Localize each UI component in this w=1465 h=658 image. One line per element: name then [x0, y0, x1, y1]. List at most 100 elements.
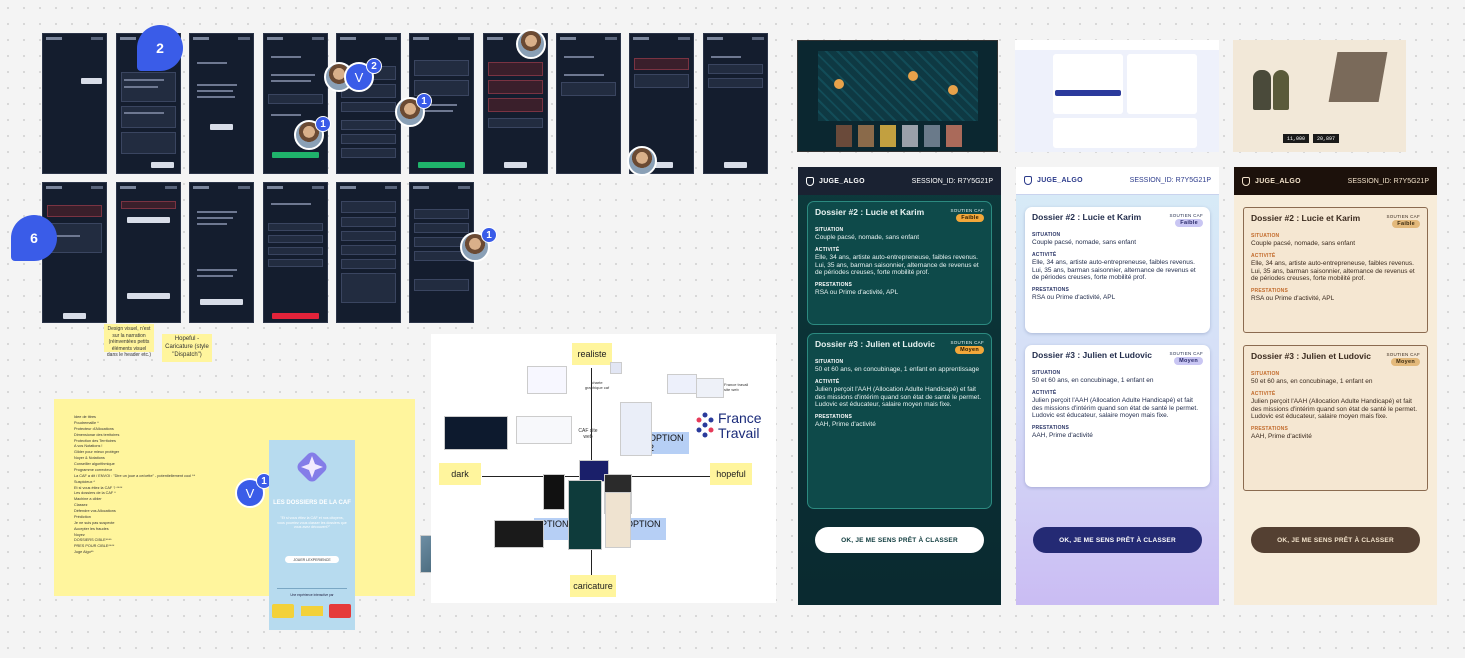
ready-to-classify-button[interactable]: OK, JE ME SENS PRÊT À CLASSER — [1251, 527, 1420, 553]
situation-text: Couple pacsé, nomade, sans enfant — [1251, 240, 1356, 247]
section-label: PRESTATIONS — [1251, 426, 1289, 433]
shield-icon — [1024, 176, 1032, 185]
comment-count: 6 — [30, 230, 38, 246]
app-name: JUGE_ALGO — [1037, 177, 1083, 184]
section-label: SITUATION — [1251, 233, 1280, 239]
poster-quote: "Et si vous étiez la CAF et nos citoyens… — [277, 516, 347, 530]
mockup-dark-teal[interactable]: JUGE_ALGO SESSION_ID: R7Y5G21P Dossier #… — [798, 167, 1001, 605]
screen-frame[interactable] — [703, 33, 768, 174]
dossier-title: Dossier #3 : Julien et Ludovic — [1032, 350, 1152, 360]
poster-cta-button[interactable]: JOUER LEXPERIENCE — [285, 556, 339, 563]
title-ideas-list: Idee de titres Poudremaille * Protecteur d… — [74, 415, 195, 556]
avatar[interactable] — [627, 146, 657, 176]
screen-frame[interactable] — [42, 33, 107, 174]
caf-site-caption: CAF site web — [578, 428, 598, 440]
reference-caption: charte graphique caf — [584, 380, 610, 390]
reference-thumbnail[interactable] — [568, 480, 602, 550]
sparkle-logo-icon — [295, 450, 329, 484]
support-level-badge: Moyen — [1174, 357, 1203, 365]
session-id: SESSION_ID: R7Y5G21P — [1347, 177, 1429, 185]
reference-thumbnail[interactable] — [494, 520, 544, 548]
prestations-text: RSA ou Prime d'activité, APL — [1251, 295, 1335, 303]
comment-bubble[interactable]: 2 — [137, 25, 183, 71]
dossier-title: Dossier #3 : Julien et Ludovic — [815, 339, 935, 349]
title-idea: Juge Algo** — [74, 550, 94, 555]
section-label: SITUATION — [815, 359, 844, 365]
screen-frame[interactable] — [189, 33, 254, 174]
dossier-card[interactable]: Dossier #2 : Lucie et Karim SOUTIEN CAF F… — [1025, 207, 1210, 333]
screen-frame[interactable] — [556, 33, 621, 174]
dossier-card[interactable]: Dossier #3 : Julien et Ludovic SOUTIEN C… — [1243, 345, 1428, 491]
france-travail-site-caption: France travail site web — [724, 382, 749, 392]
sticky-note-text: Hopeful - Caricature (style "Dispatch") — [165, 336, 209, 358]
reference-thumbnail[interactable] — [543, 474, 565, 510]
axis-label-caricature: caricature — [570, 575, 616, 597]
ready-to-classify-button[interactable]: OK, JE ME SENS PRÊT À CLASSER — [815, 527, 984, 553]
support-level-badge: Moyen — [1391, 358, 1420, 366]
comment-badge: 1 — [416, 93, 432, 109]
section-label: SITUATION — [1032, 370, 1061, 376]
section-label: ACTIVITÉ — [1032, 251, 1057, 258]
prestations-text: RSA ou Prime d'activité, APL — [815, 289, 899, 297]
support-label: SOUTIEN CAF — [1386, 214, 1420, 219]
reference-thumbnail[interactable] — [610, 362, 622, 374]
section-label: ACTIVITÉ — [1251, 390, 1276, 397]
screen-frame[interactable] — [189, 182, 254, 323]
title-ideas-board[interactable]: Idee de titres Poudremaille * Protecteur d… — [54, 399, 415, 596]
reference-thumbnail[interactable] — [696, 378, 724, 398]
section-label: ACTIVITÉ — [1251, 252, 1276, 259]
section-label: ACTIVITÉ — [815, 246, 840, 253]
ready-to-classify-button[interactable]: OK, JE ME SENS PRÊT À CLASSER — [1033, 527, 1202, 553]
france-travail-logo-icon — [694, 410, 716, 440]
avatar[interactable] — [516, 29, 546, 59]
section-label: SITUATION — [1032, 232, 1061, 238]
support-level-badge: Faible — [1175, 219, 1203, 227]
prestations-text: AAH, Prime d'activité — [815, 421, 876, 429]
reference-thumbnail[interactable] — [620, 402, 652, 456]
screen-frame[interactable] — [263, 182, 328, 323]
app-header: JUGE_ALGO SESSION_ID: R7Y5G21P — [1016, 167, 1219, 195]
app-name: JUGE_ALGO — [819, 177, 865, 185]
section-label: ACTIVITÉ — [1032, 389, 1057, 396]
dossier-card[interactable]: Dossier #2 : Lucie et Karim SOUTIEN CAF F… — [1243, 207, 1428, 333]
section-label: PRESTATIONS — [815, 282, 853, 289]
screen-frame[interactable] — [116, 182, 181, 323]
screen-frame[interactable] — [263, 33, 328, 174]
france-travail-wordmark-travail: Travail — [718, 425, 760, 441]
shield-icon — [1242, 176, 1250, 186]
comment-bubble[interactable]: 6 — [11, 215, 57, 261]
comment-badge: 2 — [366, 58, 382, 74]
game-poster[interactable]: LES DOSSIERS DE LA CAF "Et si vous étiez… — [269, 440, 355, 630]
title-idea: La CAF a dit / ENVOI : "Dire un joue a c… — [74, 473, 196, 478]
dossier-card[interactable]: Dossier #2 : Lucie et Karim SOUTIEN CAF F… — [807, 201, 992, 325]
dossier-card[interactable]: Dossier #3 : Julien et Ludovic SOUTIEN C… — [1025, 345, 1210, 487]
caf-site-reference-image[interactable] — [1015, 40, 1219, 152]
sticky-note[interactable]: Design visuel, n'est sur la narration (r… — [104, 324, 154, 358]
support-label: SOUTIEN CAF — [1386, 352, 1420, 357]
app-header: JUGE_ALGO SESSION_ID: R7Y5G21P — [1234, 167, 1437, 195]
screen-frame[interactable] — [336, 33, 401, 174]
situation-text: Couple pacsé, nomade, sans enfant — [815, 234, 920, 241]
sticky-note[interactable]: Hopeful - Caricature (style "Dispatch") — [162, 334, 212, 362]
partner-logo — [301, 606, 323, 616]
mockup-sepia[interactable]: JUGE_ALGO SESSION_ID: R7Y5G21P Dossier #… — [1234, 167, 1437, 605]
illustration-reference-image[interactable]: 11,000 20,897 — [1233, 40, 1406, 152]
section-label: SITUATION — [815, 227, 844, 233]
reference-thumbnail[interactable] — [605, 492, 631, 548]
section-label: PRESTATIONS — [1251, 288, 1289, 295]
reference-thumbnail[interactable] — [527, 366, 567, 394]
reference-thumbnail[interactable] — [444, 416, 508, 450]
reference-thumbnail[interactable] — [667, 374, 697, 394]
dossier-card[interactable]: Dossier #3 : Julien et Ludovic SOUTIEN C… — [807, 333, 992, 509]
screen-frame[interactable] — [336, 182, 401, 323]
section-label: SITUATION — [1251, 371, 1280, 377]
section-label: PRESTATIONS — [1032, 287, 1070, 294]
support-level-badge: Moyen — [955, 346, 984, 354]
support-level-badge: Faible — [1392, 220, 1420, 228]
mockup-light-pastel[interactable]: JUGE_ALGO SESSION_ID: R7Y5G21P Dossier #… — [1016, 167, 1219, 605]
game-reference-image[interactable] — [797, 40, 998, 152]
comment-count: 2 — [156, 40, 164, 56]
reference-thumbnail[interactable] — [516, 416, 572, 444]
shield-icon — [806, 176, 814, 186]
counter-display-a: 11,000 — [1283, 134, 1309, 143]
